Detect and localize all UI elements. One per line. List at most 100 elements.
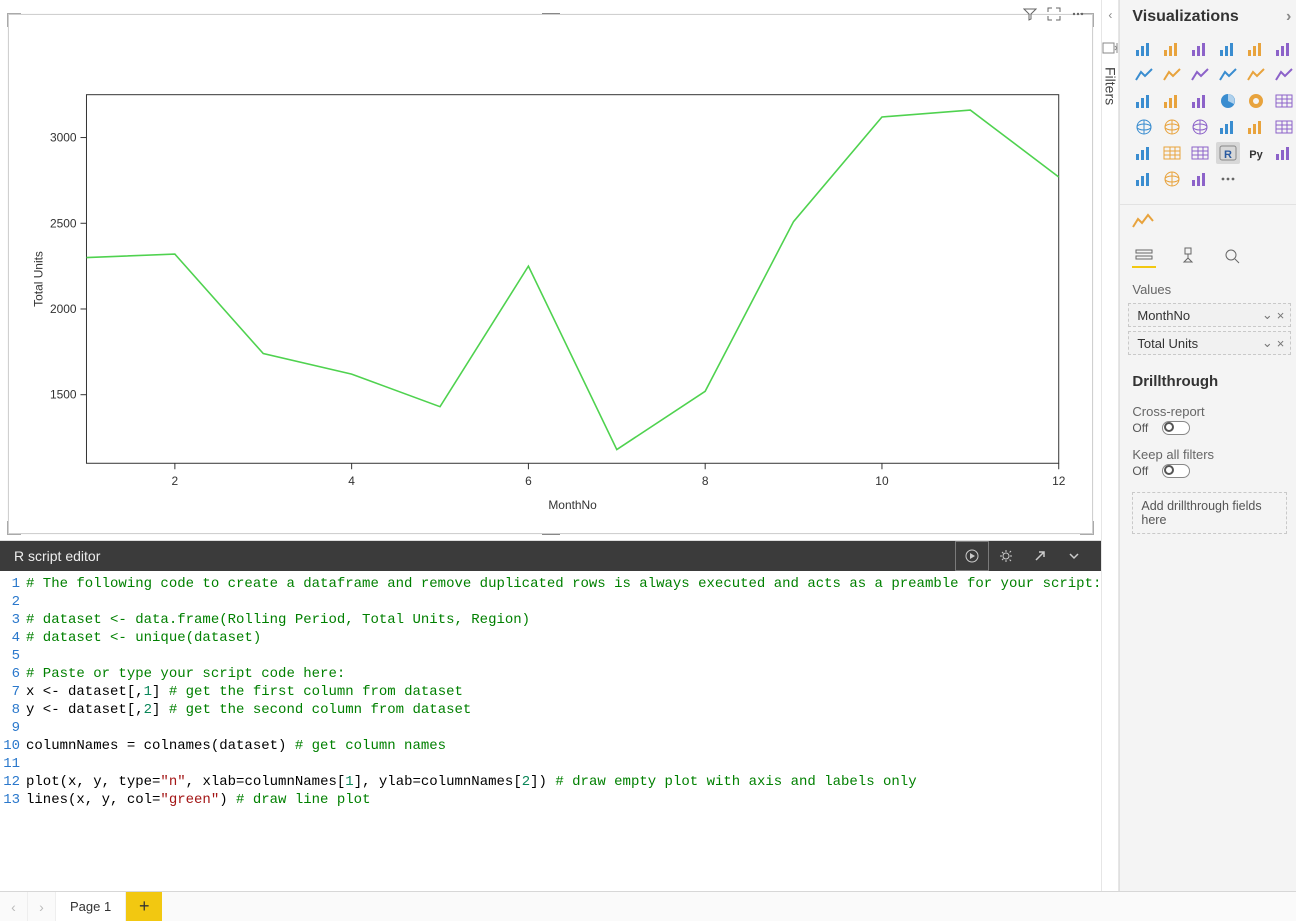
code-line-content[interactable]: plot(x, y, type="n", xlab=columnNames[1]… <box>26 773 917 791</box>
page-nav-prev[interactable]: ‹ <box>0 892 28 921</box>
viz-tile-gauge[interactable] <box>1216 116 1240 138</box>
fields-tab[interactable] <box>1132 246 1156 268</box>
viz-tile-qa[interactable] <box>1132 168 1156 190</box>
script-options-button[interactable] <box>989 541 1023 571</box>
viz-tile-kpi[interactable] <box>1132 142 1156 164</box>
line-number: 1 <box>0 575 26 593</box>
svg-text:12: 12 <box>1052 474 1066 488</box>
viz-tile-ribbon[interactable] <box>1272 64 1296 86</box>
svg-text:2000: 2000 <box>50 302 77 316</box>
report-canvas[interactable]: 150020002500300024681012MonthNoTotal Uni… <box>0 0 1101 540</box>
code-line-content[interactable]: # dataset <- data.frame(Rolling Period, … <box>26 611 530 629</box>
viz-tile-pie[interactable] <box>1216 90 1240 112</box>
svg-text:1500: 1500 <box>50 388 77 402</box>
selected-visual-quick-icon <box>1120 204 1296 238</box>
page-tab-1[interactable]: Page 1 <box>56 892 126 921</box>
page-nav-next[interactable]: › <box>28 892 56 921</box>
r-editor-body[interactable]: 1# The following code to create a datafr… <box>0 571 1101 870</box>
code-line-content[interactable]: columnNames = colnames(dataset) # get co… <box>26 737 446 755</box>
viz-tile-multi-row-card[interactable] <box>1272 116 1296 138</box>
field-menu-icon[interactable]: ⌄ <box>1262 335 1273 351</box>
viz-tile-slicer[interactable] <box>1160 142 1184 164</box>
svg-text:8: 8 <box>702 474 709 488</box>
drillthrough-drop-area[interactable]: Add drillthrough fields here <box>1132 492 1287 534</box>
line-number: 11 <box>0 755 26 773</box>
viz-tile-treemap[interactable] <box>1272 90 1296 112</box>
line-number: 6 <box>0 665 26 683</box>
add-page-button[interactable]: + <box>126 892 162 921</box>
viz-tile-area[interactable] <box>1160 64 1184 86</box>
field-menu-icon[interactable]: ⌄ <box>1262 307 1273 323</box>
filters-pane-label[interactable]: Filters <box>1102 67 1118 105</box>
format-tab[interactable] <box>1176 246 1200 268</box>
viz-tile-key-influencers[interactable] <box>1272 142 1296 164</box>
svg-text:Total Units: Total Units <box>32 251 46 307</box>
viz-tile-card[interactable] <box>1244 116 1268 138</box>
r-editor-header: R script editor <box>0 541 1101 571</box>
code-line-content[interactable]: lines(x, y, col="green") # draw line plo… <box>26 791 370 809</box>
viz-tile-column-line[interactable] <box>1244 64 1268 86</box>
r-plot-output: 150020002500300024681012MonthNoTotal Uni… <box>9 15 1092 533</box>
pop-out-button[interactable] <box>1023 541 1057 571</box>
viz-tile-waterfall[interactable] <box>1132 90 1156 112</box>
svg-text:2500: 2500 <box>50 216 77 230</box>
viz-tile-100stacked-column[interactable] <box>1272 38 1296 60</box>
collapse-editor-button[interactable] <box>1057 541 1091 571</box>
viz-tile-shape-map[interactable] <box>1188 116 1212 138</box>
viz-tile-arcgis[interactable] <box>1160 168 1184 190</box>
svg-text:2: 2 <box>172 474 179 488</box>
line-number: 4 <box>0 629 26 647</box>
viz-tile-funnel[interactable] <box>1160 90 1184 112</box>
field-remove-icon[interactable]: × <box>1277 336 1285 351</box>
keep-filters-state: Off <box>1132 464 1154 478</box>
code-line-content[interactable]: y <- dataset[,2] # get the second column… <box>26 701 471 719</box>
viz-tile-stacked-bar-h[interactable] <box>1132 38 1156 60</box>
svg-text:R: R <box>1224 149 1232 161</box>
visualization-gallery: R Py <box>1120 34 1296 198</box>
viz-tile-donut[interactable] <box>1244 90 1268 112</box>
viz-tile-R[interactable]: R <box>1216 142 1240 164</box>
line-number: 9 <box>0 719 26 737</box>
viz-tile-power-apps[interactable] <box>1188 168 1212 190</box>
r-visual-frame[interactable]: 150020002500300024681012MonthNoTotal Uni… <box>8 14 1093 534</box>
keep-filters-toggle[interactable] <box>1162 464 1190 478</box>
line-number: 8 <box>0 701 26 719</box>
viz-tile-line[interactable] <box>1132 64 1156 86</box>
viz-tile-clustered-bar[interactable] <box>1160 38 1184 60</box>
viz-tile-stacked-column[interactable] <box>1244 38 1268 60</box>
viz-tile-table[interactable] <box>1188 142 1212 164</box>
field-remove-icon[interactable]: × <box>1277 308 1285 323</box>
field-label: MonthNo <box>1137 308 1190 323</box>
field-label: Total Units <box>1137 336 1198 351</box>
r-editor-title: R script editor <box>14 548 100 564</box>
viz-tile-Py[interactable]: Py <box>1244 142 1268 164</box>
line-number: 2 <box>0 593 26 611</box>
viz-tile-ellipsis[interactable] <box>1216 168 1240 190</box>
viz-tile-stacked-area[interactable] <box>1188 64 1212 86</box>
viz-tile-line-column[interactable] <box>1216 64 1240 86</box>
viz-tile-filled-map[interactable] <box>1160 116 1184 138</box>
code-line-content[interactable]: # dataset <- unique(dataset) <box>26 629 261 647</box>
analytics-tab[interactable] <box>1220 246 1244 268</box>
visualizations-title: Visualizations <box>1132 8 1238 26</box>
code-line-content[interactable]: # The following code to create a datafra… <box>26 575 1101 593</box>
line-number: 13 <box>0 791 26 809</box>
svg-text:Py: Py <box>1250 149 1264 161</box>
cross-report-state: Off <box>1132 421 1154 435</box>
keep-filters-label: Keep all filters <box>1132 441 1287 464</box>
svg-text:MonthNo: MonthNo <box>548 498 597 512</box>
viz-tile-stacked-bar[interactable] <box>1188 38 1212 60</box>
code-line-content[interactable]: # Paste or type your script code here: <box>26 665 345 683</box>
viz-tile-map[interactable] <box>1132 116 1156 138</box>
field-monthno[interactable]: MonthNo ⌄ × <box>1128 303 1291 327</box>
expand-filters-button[interactable]: ‹ <box>1108 8 1112 22</box>
field-total-units[interactable]: Total Units ⌄ × <box>1128 331 1291 355</box>
values-section-label: Values <box>1120 272 1296 303</box>
cross-report-toggle[interactable] <box>1162 421 1190 435</box>
run-script-button[interactable] <box>955 541 989 571</box>
code-line-content[interactable]: x <- dataset[,1] # get the first column … <box>26 683 463 701</box>
viz-tile-scatter[interactable] <box>1188 90 1212 112</box>
viz-tile-clustered-column[interactable] <box>1216 38 1240 60</box>
collapse-viz-button[interactable]: › <box>1286 8 1291 26</box>
svg-text:6: 6 <box>525 474 532 488</box>
